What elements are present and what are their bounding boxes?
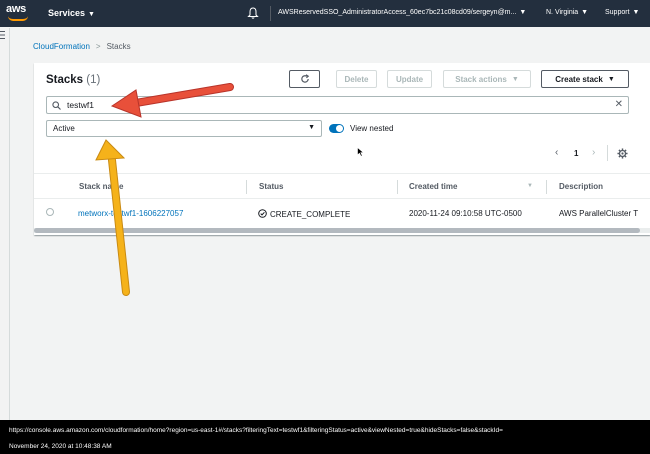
search-input[interactable]: testwf1 ✕ xyxy=(46,96,629,114)
footer-timestamp: November 24, 2020 at 10:48:38 AM xyxy=(9,443,112,450)
update-button[interactable]: Update xyxy=(387,70,432,88)
view-nested-label: View nested xyxy=(350,124,394,133)
aws-logo[interactable]: aws xyxy=(6,3,32,23)
nav-divider xyxy=(270,6,271,21)
region-menu[interactable]: N. Virginia ▼ xyxy=(546,9,588,16)
top-navigation-bar: aws Services ▼ AWSReservedSSO_Administrat… xyxy=(0,0,650,27)
caret-down-icon: ▼ xyxy=(519,9,527,16)
stack-name-link[interactable]: metworx-testwf1-1606227057 xyxy=(78,209,183,218)
page-number[interactable]: 1 xyxy=(574,149,578,158)
check-circle-icon xyxy=(258,209,267,218)
view-nested-toggle[interactable] xyxy=(329,124,344,133)
side-divider xyxy=(9,28,10,420)
aws-logo-text: aws xyxy=(6,3,26,15)
stack-status: CREATE_COMPLETE xyxy=(258,209,350,219)
breadcrumb-stacks: Stacks xyxy=(106,42,131,51)
services-menu[interactable]: Services ▼ xyxy=(48,8,95,18)
stack-count: (1) xyxy=(86,74,101,86)
column-divider[interactable] xyxy=(546,180,547,194)
bell-icon[interactable] xyxy=(246,6,260,20)
page-title: Stacks (1) xyxy=(46,74,100,86)
account-menu[interactable]: AWSReservedSSO_AdministratorAccess_60ec7… xyxy=(278,9,526,16)
cursor-icon xyxy=(357,147,365,157)
create-stack-label: Create stack xyxy=(555,74,603,84)
toggle-knob xyxy=(336,125,343,132)
search-icon xyxy=(52,101,61,110)
search-value: testwf1 xyxy=(67,100,94,110)
create-stack-button[interactable]: Create stack ▼ xyxy=(541,70,629,88)
caret-down-icon: ▼ xyxy=(511,75,519,83)
table-header: Stack name Status Created time ▼ Descrip… xyxy=(34,173,650,199)
page-title-text: Stacks xyxy=(46,74,84,86)
menu-icon[interactable] xyxy=(0,30,5,40)
caret-down-icon: ▼ xyxy=(88,11,95,18)
caret-down-icon: ▼ xyxy=(607,75,615,83)
account-label: AWSReservedSSO_AdministratorAccess_60ec7… xyxy=(278,9,517,16)
scrollbar-thumb[interactable] xyxy=(34,228,640,233)
horizontal-scrollbar[interactable] xyxy=(34,228,650,233)
chevron-left-icon[interactable]: ‹ xyxy=(555,147,558,158)
status-filter-value: Active xyxy=(53,124,75,133)
services-label: Services xyxy=(48,8,86,18)
aws-logo-smile xyxy=(8,16,28,21)
clear-icon[interactable]: ✕ xyxy=(615,100,623,110)
column-stack-name[interactable]: Stack name xyxy=(79,182,123,191)
sort-caret-icon[interactable]: ▼ xyxy=(527,183,533,189)
table-row[interactable]: metworx-testwf1-1606227057 CREATE_COMPLE… xyxy=(34,200,650,226)
column-divider[interactable] xyxy=(397,180,398,194)
refresh-button[interactable] xyxy=(289,70,320,88)
support-label: Support xyxy=(605,9,630,16)
stack-actions-label: Stack actions xyxy=(455,74,507,84)
caret-down-icon: ▼ xyxy=(632,9,640,16)
support-menu[interactable]: Support ▼ xyxy=(605,9,639,16)
stacks-panel: Stacks (1) Delete Update Stack actions ▼ … xyxy=(34,63,650,235)
chevron-right-icon: > xyxy=(95,42,101,51)
row-select-radio[interactable] xyxy=(46,208,54,216)
column-created-time[interactable]: Created time xyxy=(409,182,457,191)
stack-status-text: CREATE_COMPLETE xyxy=(270,210,351,219)
chevron-right-icon[interactable]: › xyxy=(592,147,595,158)
status-footer: https://console.aws.amazon.com/cloudform… xyxy=(0,420,650,454)
column-description[interactable]: Description xyxy=(559,182,603,191)
region-label: N. Virginia xyxy=(546,9,579,16)
caret-down-icon: ▼ xyxy=(581,9,589,16)
status-filter-select[interactable]: Active ▼ xyxy=(46,120,322,137)
pager-divider xyxy=(607,145,608,161)
refresh-icon xyxy=(300,74,309,83)
column-status[interactable]: Status xyxy=(259,182,283,191)
delete-button[interactable]: Delete xyxy=(336,70,377,88)
breadcrumb-cloudformation[interactable]: CloudFormation xyxy=(33,42,90,51)
column-divider[interactable] xyxy=(246,180,247,194)
stack-created-time: 2020-11-24 09:10:58 UTC-0500 xyxy=(409,209,522,218)
stack-actions-button[interactable]: Stack actions ▼ xyxy=(443,70,531,88)
gear-icon[interactable] xyxy=(617,148,628,159)
footer-url: https://console.aws.amazon.com/cloudform… xyxy=(9,427,503,434)
stack-description: AWS ParallelCluster T xyxy=(559,209,639,218)
caret-down-icon: ▼ xyxy=(308,124,315,131)
breadcrumb: CloudFormation > Stacks xyxy=(33,42,131,51)
